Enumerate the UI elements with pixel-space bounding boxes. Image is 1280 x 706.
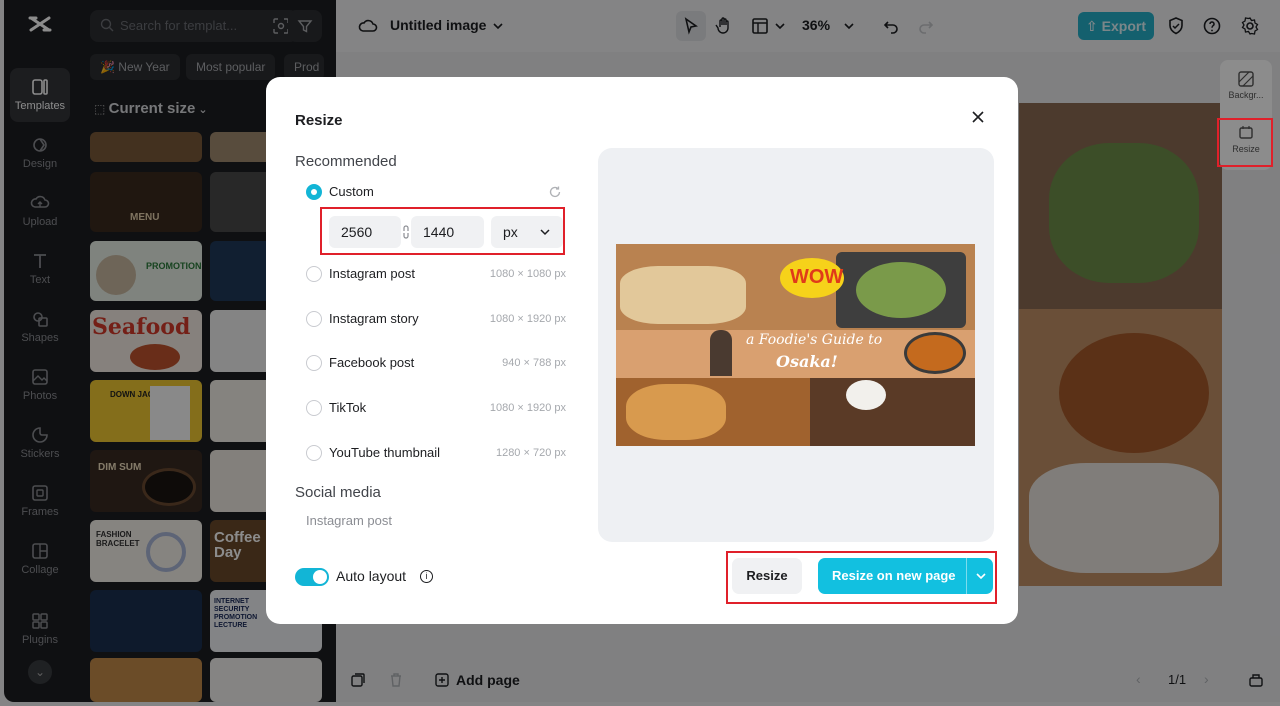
preset-label: TikTok	[329, 400, 367, 415]
social-media-item[interactable]: Instagram post	[306, 513, 392, 528]
preview-wow-text: WOW	[790, 266, 844, 288]
radio-tiktok[interactable]	[306, 400, 322, 416]
preset-label: Custom	[329, 184, 374, 199]
preset-facebook-post[interactable]: Facebook post 940 × 788 px	[306, 353, 566, 375]
preset-label: YouTube thumbnail	[329, 445, 441, 460]
preview-person	[710, 330, 732, 376]
dialog-title: Resize	[295, 112, 343, 129]
preview-salad	[856, 262, 946, 318]
preset-label: Instagram story	[329, 311, 419, 326]
social-media-heading: Social media	[295, 484, 381, 501]
preview-rice-bg	[810, 378, 975, 446]
preview-katsu	[904, 332, 966, 374]
preset-label: Instagram post	[329, 266, 415, 281]
auto-layout-toggle[interactable]	[295, 568, 329, 586]
auto-layout-label: Auto layout	[336, 568, 407, 584]
highlight-resize-tool	[1217, 118, 1273, 167]
resize-dialog: Resize Recommended Custom 2560 1440 px I…	[266, 77, 1018, 624]
app-root: Templates Design Upload Text Shapes Phot…	[0, 0, 1280, 706]
preview-sushi	[620, 266, 746, 324]
preset-dimensions: 1080 × 1080 px	[489, 268, 566, 280]
preset-tiktok[interactable]: TikTok 1080 × 1920 px	[306, 398, 566, 420]
highlight-size-inputs	[320, 207, 565, 255]
preset-youtube-thumbnail[interactable]: YouTube thumbnail 1280 × 720 px	[306, 443, 566, 465]
preview-city-text: Osaka!	[776, 352, 838, 371]
preset-instagram-post[interactable]: Instagram post 1080 × 1080 px	[306, 264, 566, 286]
preset-custom[interactable]: Custom	[306, 182, 566, 204]
preset-dimensions: 1280 × 720 px	[495, 447, 566, 459]
preview-image: WOW a Foodie's Guide to Osaka!	[616, 244, 975, 446]
preview-rice-bowl	[846, 380, 886, 410]
resize-preview: WOW a Foodie's Guide to Osaka!	[598, 148, 994, 542]
reset-icon[interactable]	[548, 185, 562, 199]
preview-guide-text: a Foodie's Guide to	[746, 332, 883, 348]
recommended-heading: Recommended	[295, 153, 397, 170]
preset-instagram-story[interactable]: Instagram story 1080 × 1920 px	[306, 309, 566, 331]
info-icon[interactable]: i	[420, 570, 433, 583]
highlight-resize-buttons	[726, 551, 997, 604]
preset-dimensions: 1080 × 1920 px	[489, 313, 566, 325]
radio-instagram-post[interactable]	[306, 266, 322, 282]
radio-facebook-post[interactable]	[306, 355, 322, 371]
preset-label: Facebook post	[329, 355, 415, 370]
radio-custom[interactable]	[306, 184, 322, 200]
radio-youtube-thumbnail[interactable]	[306, 445, 322, 461]
preset-dimensions: 940 × 788 px	[502, 357, 566, 369]
preset-dimensions: 1080 × 1920 px	[489, 402, 566, 414]
radio-instagram-story[interactable]	[306, 311, 322, 327]
close-icon[interactable]	[968, 107, 988, 127]
preview-taiyaki	[626, 384, 726, 440]
